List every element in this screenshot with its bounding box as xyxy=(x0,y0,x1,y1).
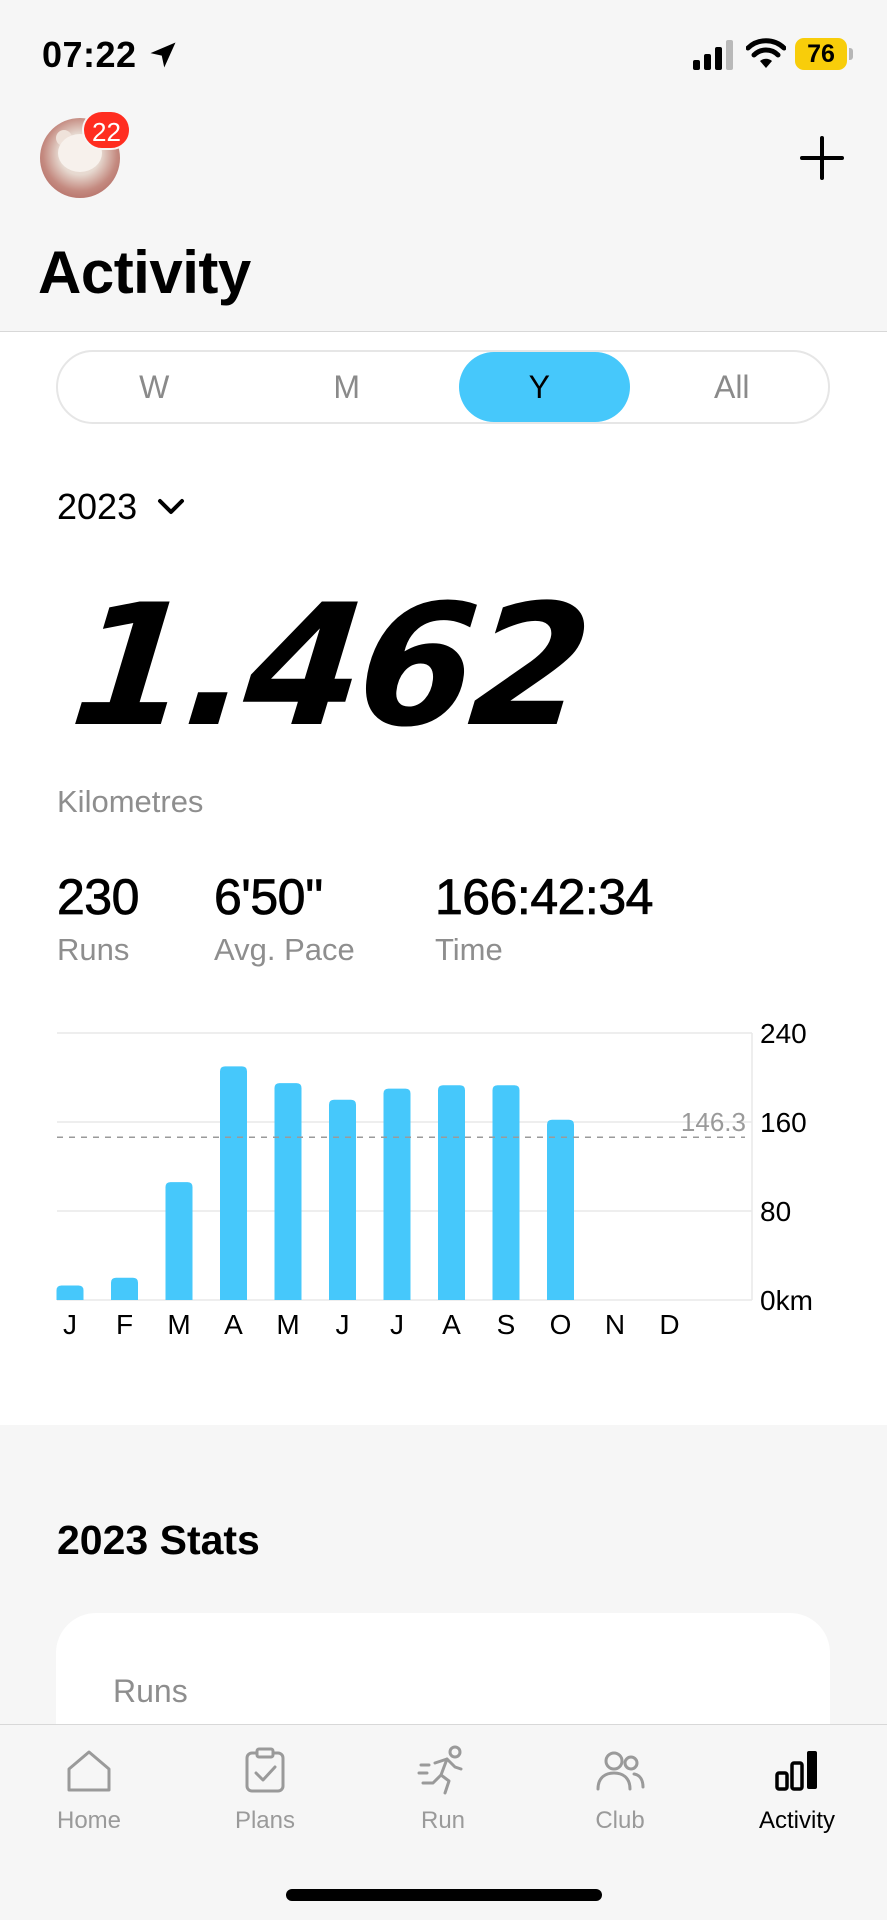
signal-icon xyxy=(693,40,733,70)
y-tick-label: 0km xyxy=(760,1285,813,1316)
chart-bar xyxy=(111,1277,138,1300)
battery-icon: 76 xyxy=(795,38,853,70)
chart-bar xyxy=(383,1088,411,1300)
chart-bar xyxy=(438,1085,465,1300)
x-tick-label: O xyxy=(550,1309,572,1335)
time-stat: 166:42:34 Time xyxy=(435,868,654,968)
x-tick-label: N xyxy=(605,1309,625,1335)
tab-activity[interactable]: Activity xyxy=(717,1743,877,1835)
chart-bar xyxy=(165,1182,193,1300)
stats-card-label: Runs xyxy=(113,1673,188,1709)
people-icon xyxy=(596,1751,645,1791)
x-tick-label: J xyxy=(390,1309,404,1335)
chart-bar xyxy=(547,1119,574,1300)
x-tick-label: A xyxy=(224,1309,243,1335)
tab-club-label: Club xyxy=(595,1807,645,1834)
x-tick-label: F xyxy=(116,1309,133,1335)
year-value: 2023 xyxy=(57,486,138,527)
chart-bar xyxy=(56,1285,84,1300)
location-arrow-icon xyxy=(150,42,176,68)
tab-run-label: Run xyxy=(420,1807,466,1834)
home-indicator[interactable] xyxy=(286,1889,602,1901)
y-tick-label: 160 xyxy=(760,1107,807,1138)
runs-label: Runs xyxy=(57,932,130,967)
runner-icon xyxy=(417,1745,463,1795)
x-tick-label: M xyxy=(276,1309,299,1335)
chart-bar xyxy=(329,1099,356,1300)
total-distance: 1.462 xyxy=(63,568,596,764)
status-bar: 07:22 76 xyxy=(0,0,887,110)
chart-bar xyxy=(492,1085,520,1300)
tab-home-label: Home xyxy=(56,1807,122,1834)
x-tick-label: S xyxy=(497,1309,516,1335)
chevron-down-icon xyxy=(158,499,185,514)
battery-level: 76 xyxy=(807,40,835,68)
tab-plans-label: Plans xyxy=(234,1807,296,1834)
period-selector: W M Y All xyxy=(56,350,830,424)
chart-bar xyxy=(220,1066,247,1300)
status-time: 07:22 xyxy=(42,34,137,75)
tab-activity-label: Activity xyxy=(758,1807,835,1834)
x-tick-label: M xyxy=(167,1309,190,1335)
runs-value: 230 xyxy=(57,869,140,926)
tab-home[interactable]: Home xyxy=(9,1743,169,1835)
clipboard-check-icon xyxy=(245,1747,285,1793)
x-tick-label: J xyxy=(336,1309,350,1335)
year-selector[interactable]: 2023 xyxy=(57,486,185,528)
add-button[interactable] xyxy=(798,134,846,182)
tab-plans[interactable]: Plans xyxy=(185,1743,345,1835)
tab-run[interactable]: Run xyxy=(363,1743,523,1835)
time-label: Time xyxy=(435,932,503,967)
tab-year[interactable]: Y xyxy=(443,352,636,422)
pace-value: 6'50'' xyxy=(214,869,324,926)
wifi-icon xyxy=(746,38,786,68)
runs-stat: 230 Runs xyxy=(57,868,140,968)
monthly-distance-chart: 240 160 80 0km J F M A M J J A S O N D 146.3 xyxy=(56,1018,813,1335)
x-tick-label: D xyxy=(659,1309,679,1335)
header: 22 Activity xyxy=(0,110,887,332)
chart-bar xyxy=(274,1083,302,1300)
tab-month[interactable]: M xyxy=(251,352,444,422)
tab-week[interactable]: W xyxy=(58,352,251,422)
y-tick-label: 80 xyxy=(760,1196,791,1227)
pace-stat: 6'50'' Avg. Pace xyxy=(214,868,355,968)
notification-badge: 22 xyxy=(82,110,131,150)
tab-all[interactable]: All xyxy=(636,352,829,422)
y-tick-label: 240 xyxy=(760,1018,807,1049)
x-tick-label: A xyxy=(442,1309,461,1335)
page-title: Activity xyxy=(38,239,251,306)
time-value: 166:42:34 xyxy=(435,869,654,926)
pace-label: Avg. Pace xyxy=(214,932,355,967)
tab-club[interactable]: Club xyxy=(540,1743,700,1835)
stats-title: 2023 Stats xyxy=(57,1517,260,1563)
bar-chart-icon xyxy=(775,1751,817,1791)
stats-section: 2023 Stats Runs xyxy=(0,1425,887,1813)
home-icon xyxy=(67,1750,111,1792)
x-tick-label: J xyxy=(63,1309,77,1335)
distance-unit: Kilometres xyxy=(57,784,204,819)
average-label: 146.3 xyxy=(681,1107,746,1137)
